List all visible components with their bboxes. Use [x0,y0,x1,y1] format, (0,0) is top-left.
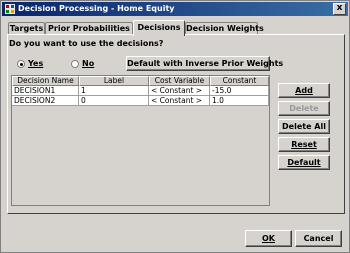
title-bar[interactable]: Decision Processing - Home Equity x [2,2,348,16]
window-title: Decision Processing - Home Equity [18,4,175,13]
reset-button-label: Reset [291,140,317,149]
table-row[interactable]: DECISION2 0 < Constant > 1.0 [12,96,269,106]
default-button-label: Default [287,158,321,167]
column-header-label[interactable]: Label [79,76,149,86]
delete-all-button-label: Delete All [282,122,326,131]
cancel-button-label: Cancel [303,234,334,243]
cell-decision-name[interactable]: DECISION1 [12,86,79,96]
cancel-button[interactable]: Cancel [295,230,342,247]
cell-decision-name[interactable]: DECISION2 [12,96,79,106]
delete-button[interactable]: Delete [278,101,330,116]
dialog-window: Decision Processing - Home Equity x Targ… [0,0,350,253]
delete-button-label: Delete [289,104,319,113]
cell-constant[interactable]: -15.0 [210,86,269,96]
column-header-decision-name[interactable]: Decision Name [12,76,79,86]
cell-label[interactable]: 1 [79,86,149,96]
add-button[interactable]: Add [278,83,330,98]
table-row[interactable]: DECISION1 1 < Constant > -15.0 [12,86,269,96]
use-decisions-question: Do you want to use the decisions? [9,39,164,48]
radio-no-indicator[interactable] [71,60,79,68]
app-icon [5,4,15,14]
default-button[interactable]: Default [278,155,330,170]
radio-yes-label: Yes [28,59,44,68]
cell-cost-variable[interactable]: < Constant > [149,96,210,106]
decisions-table: Decision Name Label Cost Variable Consta… [11,75,270,206]
cell-cost-variable[interactable]: < Constant > [149,86,210,96]
ok-button-label: OK [262,234,275,243]
ok-button[interactable]: OK [245,230,292,247]
column-header-constant[interactable]: Constant [210,76,269,86]
radio-no[interactable]: No [71,59,97,69]
reset-button[interactable]: Reset [278,137,330,152]
radio-no-label: No [82,59,95,68]
radio-yes[interactable]: Yes [17,59,47,69]
table-header: Decision Name Label Cost Variable Consta… [12,76,269,86]
cell-label[interactable]: 0 [79,96,149,106]
default-inverse-prior-weights-button[interactable]: Default with Inverse Prior Weights [126,56,283,71]
column-header-cost-variable[interactable]: Cost Variable [149,76,210,86]
cell-constant[interactable]: 1.0 [210,96,269,106]
radio-yes-indicator[interactable] [17,60,25,68]
add-button-label: Add [295,86,313,95]
close-button[interactable]: x [333,3,346,15]
delete-all-button[interactable]: Delete All [278,119,330,134]
tab-decisions[interactable]: Decisions [133,20,185,36]
